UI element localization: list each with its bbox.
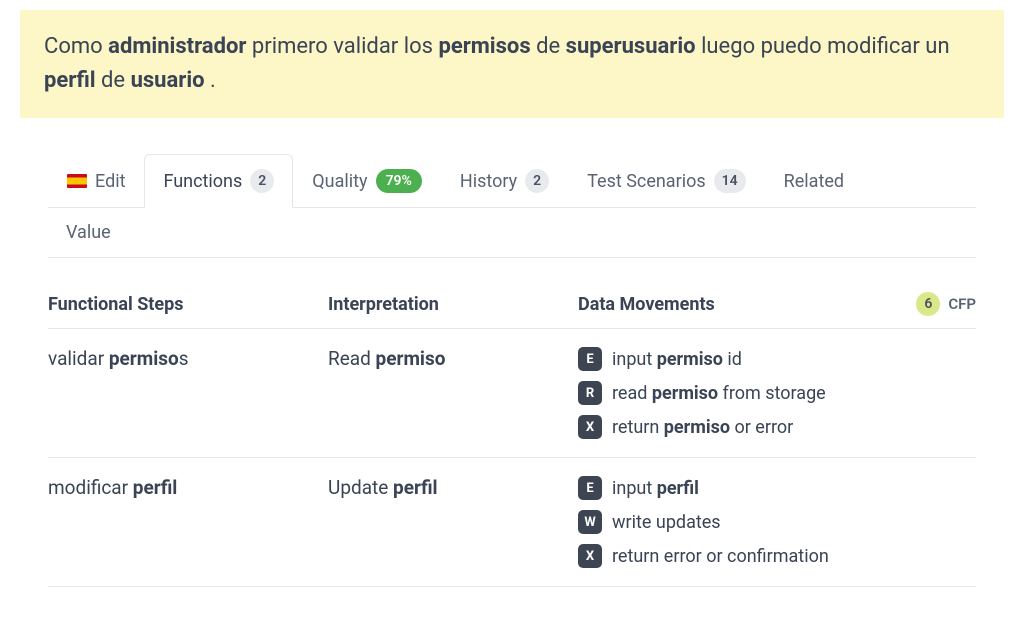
table-body: validar permisosRead permisoEinput permi… [48,328,976,587]
banner-text-5: de [96,68,131,93]
cfp-summary: 6 CFP [916,292,976,316]
tab-quality[interactable]: Quality 79% [293,154,441,207]
functional-step-cell: validar permisos [48,347,328,439]
movement-text: input permiso id [612,349,742,370]
table-header: Functional Steps Interpretation Data Mov… [48,278,976,328]
banner-text-4: luego puedo modificar un [696,34,950,59]
movement-text: input perfil [612,478,699,499]
banner-text-3: de [531,34,566,59]
movement-text: return permiso or error [612,417,793,438]
tab-history[interactable]: History 2 [441,154,568,207]
cfp-label: CFP [948,295,976,313]
banner-text-2: primero validar los [246,34,438,59]
movement-tag: R [578,381,602,405]
functions-count-badge: 2 [250,169,274,193]
header-functional-steps: Functional Steps [48,294,328,315]
tab-value-label: Value [66,222,111,243]
tab-value[interactable]: Value [48,208,976,258]
movement-text: return error or confirmation [612,546,829,567]
interpretation-cell: Update perfil [328,476,578,568]
banner-bold-5: usuario [131,68,205,93]
header-data-movements: Data Movements [578,294,715,315]
history-count-badge: 2 [525,169,549,193]
user-story-banner: Como administrador primero validar los p… [20,10,1004,118]
data-movement: Xreturn error or confirmation [578,544,976,568]
flag-spain-icon [67,174,87,188]
movement-tag: X [578,544,602,568]
quality-percent-badge: 79% [376,169,422,193]
header-interpretation: Interpretation [328,294,578,315]
movement-tag: W [578,510,602,534]
data-movements-cell: Einput permiso id Rread permiso from stor… [578,347,976,439]
movement-text: read permiso from storage [612,383,826,404]
functional-step-cell: modificar perfil [48,476,328,568]
movement-text: write updates [612,512,721,533]
data-movements-cell: Einput perfil Wwrite updates Xreturn error… [578,476,976,568]
cfp-count-badge: 6 [916,292,940,316]
banner-bold-3: superusuario [566,34,696,59]
tab-test-label: Test Scenarios [587,171,705,192]
content-area: Edit Functions 2 Quality 79% History 2 T… [20,154,1004,587]
tab-edit-label: Edit [95,171,125,192]
data-movement: Wwrite updates [578,510,976,534]
tab-quality-label: Quality [312,171,367,192]
banner-bold-1: administrador [108,34,246,59]
table-row: modificar perfilUpdate perfilEinput perf… [48,457,976,587]
banner-bold-2: permisos [438,34,530,59]
functions-table: Functional Steps Interpretation Data Mov… [48,278,976,587]
test-count-badge: 14 [714,169,746,193]
table-row: validar permisosRead permisoEinput permi… [48,328,976,457]
tab-bar: Edit Functions 2 Quality 79% History 2 T… [48,154,976,208]
movement-tag: X [578,415,602,439]
tab-test-scenarios[interactable]: Test Scenarios 14 [568,154,764,207]
data-movement: Einput permiso id [578,347,976,371]
tab-functions[interactable]: Functions 2 [144,154,293,208]
tab-related[interactable]: Related [765,156,863,206]
tab-edit[interactable]: Edit [48,156,144,206]
tab-history-label: History [460,171,517,192]
banner-text-6: . [205,68,216,93]
interpretation-cell: Read permiso [328,347,578,439]
banner-text-1: Como [44,34,108,59]
data-movement: Rread permiso from storage [578,381,976,405]
movement-tag: E [578,347,602,371]
data-movement: Einput perfil [578,476,976,500]
banner-bold-4: perfil [44,68,96,93]
tab-functions-label: Functions [163,171,242,192]
tab-related-label: Related [784,171,844,192]
movement-tag: E [578,476,602,500]
data-movement: Xreturn permiso or error [578,415,976,439]
